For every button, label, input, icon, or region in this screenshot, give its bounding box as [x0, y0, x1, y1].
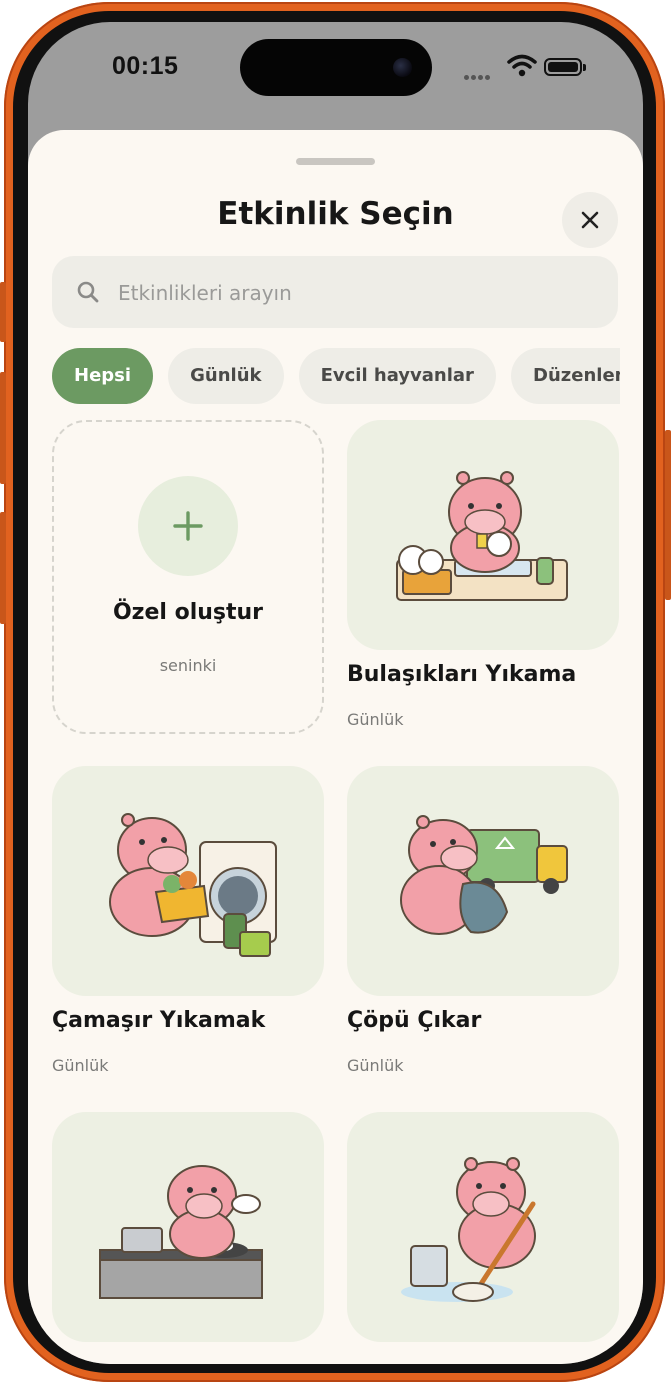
hippo-mopping-icon: [401, 1157, 536, 1302]
activity-name: Bulaşıkları Yıkama: [347, 662, 577, 687]
activity-category: Günlük: [347, 1056, 404, 1075]
activity-tile: [347, 420, 619, 650]
chip-all[interactable]: Hepsi: [52, 348, 154, 404]
custom-subtitle: seninki: [159, 656, 217, 675]
status-bar: 00:15: [28, 22, 643, 122]
chip-daily[interactable]: Günlük: [168, 348, 284, 404]
chip-pets[interactable]: Evcil hayvanlar: [298, 348, 496, 404]
activity-name: Çamaşır Yıkamak: [52, 1008, 266, 1033]
battery-icon: [544, 58, 586, 76]
activity-category: Günlük: [52, 1056, 109, 1075]
search-icon: [77, 281, 99, 303]
search-input[interactable]: [116, 256, 600, 330]
activity-card[interactable]: [52, 1112, 324, 1342]
chip-organizing[interactable]: Düzenleme: [511, 348, 620, 404]
activity-tile: [52, 1112, 324, 1342]
search-bar: [52, 256, 618, 330]
close-icon: [581, 211, 599, 229]
hippo-washing-dishes-icon: [396, 471, 568, 601]
side-button: [0, 282, 6, 342]
custom-title: Özel oluştur: [112, 600, 264, 625]
activity-card[interactable]: Çöpü Çıkar Günlük: [347, 766, 619, 1075]
close-button[interactable]: [562, 192, 618, 248]
sheet-title: Etkinlik Seçin: [217, 196, 454, 232]
dynamic-island: [240, 39, 432, 96]
activity-tile: [52, 766, 324, 996]
category-filter-chips: Hepsi Günlük Evcil hayvanlar Düzenleme: [52, 348, 620, 404]
activity-tile: [347, 766, 619, 996]
plus-icon: [173, 511, 203, 541]
status-time: 00:15: [112, 52, 179, 80]
activity-card[interactable]: Çamaşır Yıkamak Günlük: [52, 766, 324, 1075]
side-button: [0, 512, 6, 624]
add-circle: [138, 476, 238, 576]
signal-dots-icon: [464, 65, 492, 84]
side-button: [665, 430, 671, 600]
activity-picker-sheet: Etkinlik Seçin Hepsi Günlük Evcil hayvan…: [28, 130, 643, 1364]
hippo-laundry-icon: [109, 813, 277, 957]
hippo-trash-icon: [400, 815, 568, 935]
activity-card[interactable]: Bulaşıkları Yıkama Günlük: [347, 420, 619, 729]
hippo-cooking-icon: [99, 1165, 263, 1299]
activity-name: Çöpü Çıkar: [347, 1008, 482, 1033]
phone-screen: 00:15 Etkinlik Seçin Etkinlikleri arayın…: [28, 22, 643, 1364]
side-button: [0, 372, 6, 484]
activity-tile: [347, 1112, 619, 1342]
activity-category: Günlük: [347, 710, 404, 729]
front-camera: [393, 58, 412, 77]
sheet-grabber[interactable]: [296, 158, 375, 165]
create-custom-card[interactable]: Özel oluştur seninki: [52, 420, 324, 734]
wifi-icon: [507, 54, 537, 77]
status-icons: [464, 52, 594, 82]
activity-card[interactable]: [347, 1112, 619, 1342]
